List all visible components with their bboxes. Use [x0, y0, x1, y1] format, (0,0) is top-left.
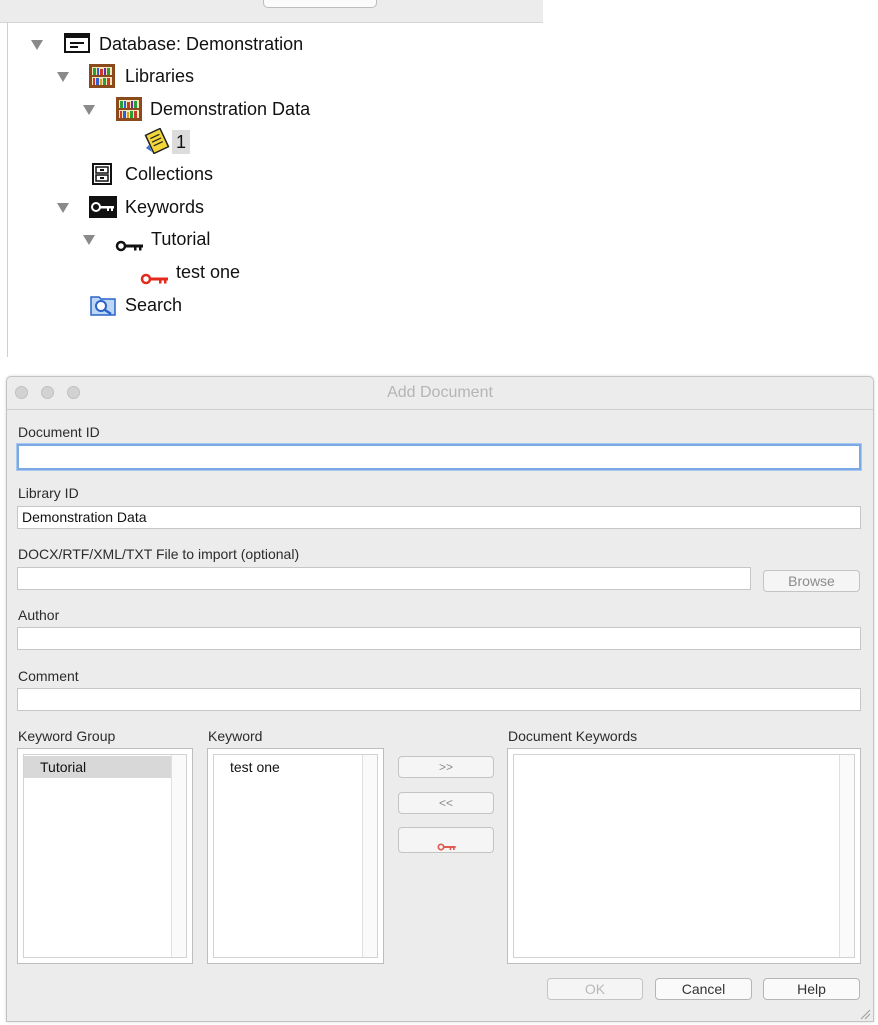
tree-item-label: Libraries — [125, 66, 195, 86]
disclosure-triangle-icon[interactable] — [57, 203, 69, 213]
tree-item-label: Collections — [125, 164, 214, 184]
tree-item-document[interactable]: 1 — [0, 127, 500, 155]
dialog-title: Add Document — [387, 384, 493, 401]
database-icon — [64, 33, 90, 60]
tree-item-demonstration-data[interactable]: Demonstration Data — [0, 96, 500, 122]
list-item[interactable]: test one — [214, 756, 364, 778]
file-import-input[interactable] — [17, 567, 751, 590]
comment-input[interactable] — [17, 688, 861, 711]
resize-grip-icon[interactable] — [859, 1007, 871, 1020]
document-id-label: Document ID — [18, 424, 100, 440]
library-id-label: Library ID — [18, 485, 79, 501]
tree-item-search[interactable]: Search — [0, 292, 500, 318]
tree-item-label: 1 — [172, 130, 191, 154]
new-keyword-button[interactable] — [398, 827, 494, 853]
document-keywords-list-inner — [513, 754, 855, 958]
search-folder-icon — [90, 294, 116, 323]
tree-item-collections[interactable]: Collections — [0, 161, 500, 187]
document-icon — [143, 127, 171, 161]
cabinet-icon — [92, 163, 112, 192]
remove-keyword-button[interactable]: << — [398, 792, 494, 814]
keyword-list-inner: test one — [213, 754, 378, 958]
keyword-group-list[interactable]: Tutorial — [17, 748, 193, 964]
comment-label: Comment — [18, 668, 79, 684]
add-document-dialog: Add Document Document ID Library ID Demo… — [6, 376, 874, 1022]
dialog-titlebar[interactable]: Add Document — [7, 377, 873, 410]
tree-item-libraries[interactable]: Libraries — [0, 63, 500, 89]
keyword-group-header: Keyword Group — [18, 728, 116, 744]
browse-button[interactable]: Browse — [763, 570, 860, 592]
bookshelf-icon — [89, 64, 115, 95]
tree-item-database[interactable]: Database: Demonstration — [0, 31, 500, 57]
document-keywords-list[interactable] — [507, 748, 861, 964]
scrollbar[interactable] — [839, 755, 854, 957]
add-keyword-button[interactable]: >> — [398, 756, 494, 778]
list-item[interactable]: Tutorial — [24, 756, 173, 778]
tree-item-label: test one — [176, 262, 241, 282]
author-input[interactable] — [17, 627, 861, 650]
keys-icon — [89, 196, 117, 225]
tree-item-label: Database: Demonstration — [99, 34, 304, 54]
tree-item-test-one[interactable]: test one — [0, 259, 500, 285]
keyword-group-list-inner: Tutorial — [23, 754, 187, 958]
scrollbar[interactable] — [362, 755, 377, 957]
toolbar-button[interactable] — [263, 0, 377, 8]
red-key-icon — [140, 266, 170, 292]
keyword-header: Keyword — [208, 728, 263, 744]
cancel-button[interactable]: Cancel — [655, 978, 752, 1000]
document-id-input[interactable] — [17, 444, 861, 470]
keyword-list[interactable]: test one — [207, 748, 384, 964]
disclosure-triangle-icon[interactable] — [83, 105, 95, 115]
bookshelf-icon — [116, 97, 142, 128]
document-keywords-header: Document Keywords — [508, 728, 638, 744]
tree-item-label: Tutorial — [151, 229, 211, 249]
library-id-input[interactable]: Demonstration Data — [17, 506, 861, 529]
red-key-icon — [437, 836, 457, 856]
file-import-label: DOCX/RTF/XML/TXT File to import (optiona… — [18, 546, 300, 562]
tree-item-keywords[interactable]: Keywords — [0, 194, 500, 220]
author-label: Author — [18, 607, 60, 623]
ok-button[interactable]: OK — [547, 978, 643, 1000]
disclosure-triangle-icon[interactable] — [83, 235, 95, 245]
tree-toolbar — [0, 0, 543, 23]
key-icon — [115, 233, 145, 259]
scrollbar[interactable] — [171, 755, 186, 957]
disclosure-triangle-icon[interactable] — [57, 72, 69, 82]
tree-item-label: Keywords — [125, 197, 205, 217]
disclosure-triangle-icon[interactable] — [31, 40, 43, 50]
tree-item-tutorial[interactable]: Tutorial — [0, 226, 500, 252]
help-button[interactable]: Help — [763, 978, 860, 1000]
tree-item-label: Demonstration Data — [150, 99, 311, 119]
tree-item-label: Search — [125, 295, 183, 315]
